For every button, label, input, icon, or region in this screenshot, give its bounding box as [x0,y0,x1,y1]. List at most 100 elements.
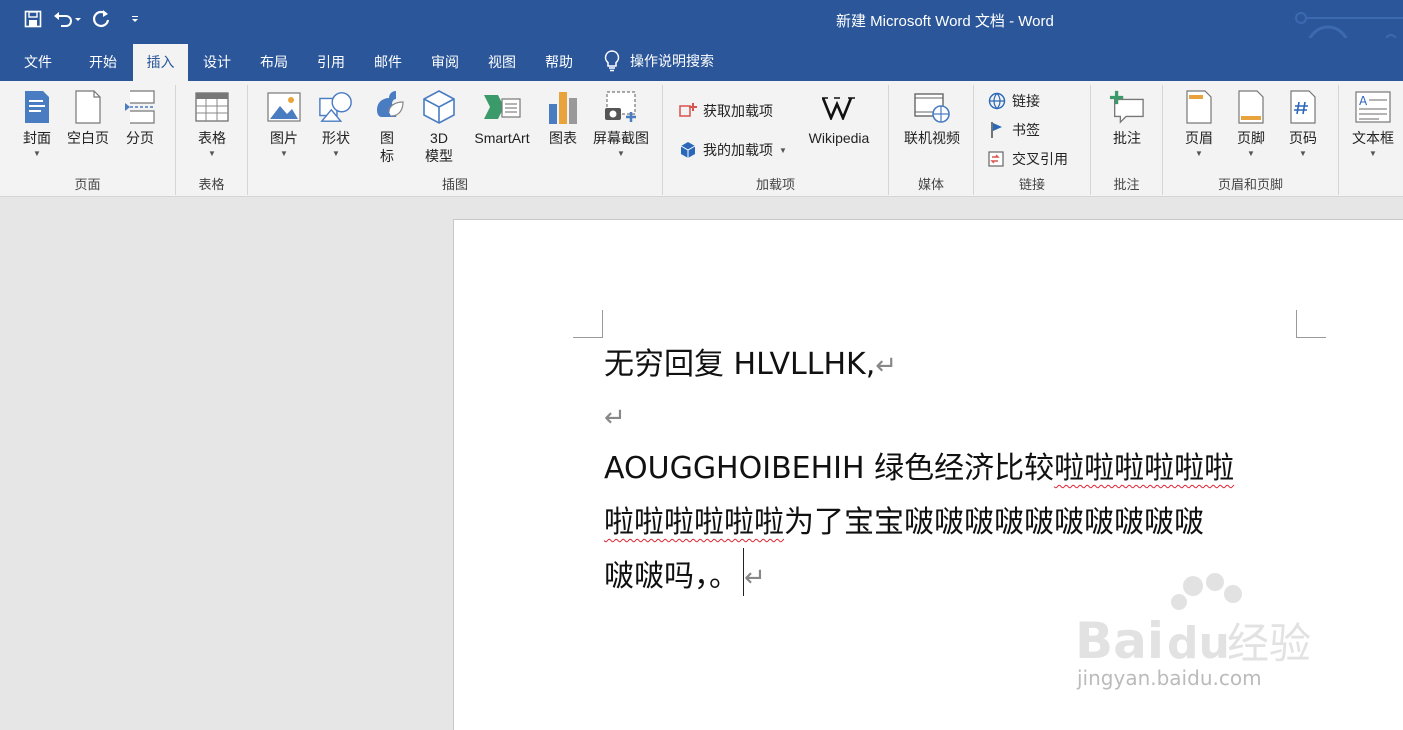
cube-icon [423,90,455,124]
footer-button[interactable]: 页脚 ▼ [1229,89,1273,159]
watermark-logo-b: du [1167,618,1230,664]
addin-cube-icon [680,142,696,158]
page-break-label: 分页 [126,130,154,146]
redo-button[interactable] [86,6,116,32]
chart-icon [549,92,577,124]
tell-me-search[interactable]: 操作说明搜索 [604,50,714,72]
bookmark-flag-icon [991,122,1002,138]
undo-icon [54,12,81,27]
document-line-1[interactable]: 无穷回复 HLVLLHK,↵ [604,338,897,393]
3d-models-label-line1: 3D [430,130,448,146]
tell-me-label: 操作说明搜索 [630,53,714,69]
new-comment-label: 批注 [1113,130,1141,146]
shapes-icon [319,92,352,122]
wikipedia-button[interactable]: Wikipedia [801,89,877,147]
pictures-button[interactable]: 图片 ▼ [262,89,306,159]
save-icon [24,10,42,28]
footer-label: 页脚 [1237,130,1265,146]
undo-button[interactable] [52,6,82,32]
tab-file[interactable]: 文件 [14,44,62,81]
screenshot-icon [605,91,636,122]
page-number-icon [1290,90,1316,124]
text-box-icon: A [1355,91,1391,123]
wikipedia-label: Wikipedia [808,130,870,146]
my-addins-button[interactable]: 我的加载项 ▼ [679,140,787,160]
link-label: 链接 [1012,93,1040,109]
get-addins-button[interactable]: 获取加载项 [679,101,773,121]
bookmark-button[interactable]: 书签 [988,120,1040,140]
smartart-icon [484,95,521,119]
body-text: 啵啵吗，。 [604,559,739,594]
table-icon [195,92,229,122]
text-box-button[interactable]: A 文本框 ▼ [1349,89,1397,159]
smartart-button[interactable]: SmartArt [466,89,538,147]
customize-qat-button[interactable] [120,6,150,32]
lightbulb-icon [604,50,620,72]
icons-label-line1: 图 [380,130,394,146]
pictures-label: 图片 [270,130,298,146]
chart-label: 图表 [549,130,577,146]
tab-references[interactable]: 引用 [306,44,356,81]
illustrations-group-label: 插图 [441,177,468,192]
header-button[interactable]: 页眉 ▼ [1177,89,1221,159]
tab-design[interactable]: 设计 [192,44,242,81]
table-button[interactable]: 表格 ▼ [190,89,234,159]
online-video-label: 联机视频 [904,130,960,146]
tab-view[interactable]: 视图 [477,44,527,81]
picture-icon [267,92,301,122]
save-button[interactable] [18,6,48,32]
page-break-button[interactable]: 分页 [118,89,162,147]
header-footer-group-label: 页眉和页脚 [1217,177,1283,192]
link-button[interactable]: 链接 [988,91,1040,111]
table-label: 表格 [198,130,226,146]
spellcheck-text: 啦啦啦啦啦啦 [1054,451,1235,486]
tab-insert[interactable]: 插入 [133,44,188,81]
page-break-icon [125,90,155,124]
paragraph-mark: ↵ [875,351,898,381]
tab-mailings[interactable]: 邮件 [363,44,413,81]
page-number-button[interactable]: 页码 ▼ [1281,89,1325,159]
addins-group-label: 加载项 [755,177,795,192]
heading-text: 无穷回复 HLVLLHK, [604,347,876,382]
icons-button[interactable]: 图 标 [366,89,408,165]
pages-group-label: 页面 [74,177,101,192]
tab-home[interactable]: 开始 [78,44,128,81]
tab-layout[interactable]: 布局 [249,44,299,81]
link-globe-icon [988,92,1006,110]
shapes-button[interactable]: 形状 ▼ [314,89,358,159]
chart-button[interactable]: 图表 [542,89,584,147]
header-icon [1186,90,1212,124]
screenshot-label: 屏幕截图 [593,130,649,146]
illustrations-group: 图片 ▼ 形状 ▼ 图 标 3D 模型 SmartArt 图表 屏幕截图 ▼ 插… [248,85,663,195]
tab-review[interactable]: 审阅 [420,44,470,81]
addins-group: 获取加载项 我的加载项 ▼ Wikipedia 加载项 [663,85,889,195]
3d-models-button[interactable]: 3D 模型 [418,89,460,165]
online-video-button[interactable]: 联机视频 [899,89,965,147]
cross-reference-icon [988,151,1004,167]
header-footer-group: 页眉 ▼ 页脚 ▼ 页码 ▼ 页眉和页脚 [1163,85,1339,195]
empty-paragraph[interactable]: ↵ [604,390,626,445]
cover-page-button[interactable]: 封面 ▼ [16,89,58,159]
screenshot-button[interactable]: 屏幕截图 ▼ [588,89,654,159]
watermark-text: jingyan.baidu.com [1077,666,1262,690]
media-group: 联机视频 媒体 [889,85,974,195]
icons-insert-icon [377,91,404,117]
document-line-3[interactable]: AOUGGHOIBEHIH 绿色经济比较啦啦啦啦啦啦 [604,442,1234,496]
document-line-5[interactable]: 啵啵吗，。 ↵ [604,548,766,605]
cross-reference-button[interactable]: 交叉引用 [988,149,1068,169]
chevron-down-icon: ▼ [1299,149,1307,158]
media-group-label: 媒体 [917,177,944,192]
chevron-down-icon: ▼ [1369,149,1377,158]
document-line-4[interactable]: 啦啦啦啦啦啦为了宝宝啵啵啵啵啵啵啵啵啵啵 [604,496,1204,550]
header-label: 页眉 [1185,130,1213,146]
body-text: AOUGGHOIBEHIH 绿色经济比较 [604,451,1055,486]
redo-icon [93,10,110,27]
tab-help[interactable]: 帮助 [534,44,584,81]
blank-page-label: 空白页 [67,130,109,146]
footer-icon [1238,90,1264,124]
blank-page-button[interactable]: 空白页 [62,89,114,147]
chevron-down-icon: ▼ [617,149,625,158]
get-addins-label: 获取加载项 [703,103,773,119]
pages-group: 封面 ▼ 空白页 分页 页面 [0,85,176,195]
new-comment-button[interactable]: 批注 [1105,89,1149,147]
